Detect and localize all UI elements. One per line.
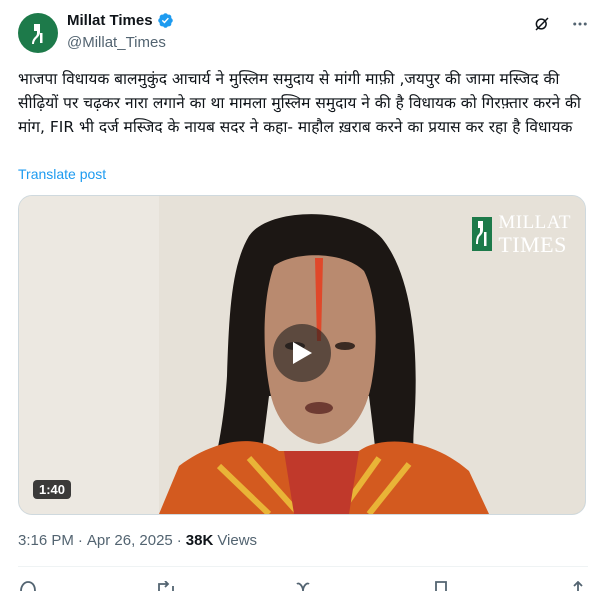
action-bar <box>18 578 588 598</box>
watermark-line-1: MILLAT <box>498 212 571 233</box>
user-handle[interactable]: @Millat_Times <box>67 34 166 51</box>
millat-times-watermark: MILLAT TIMES <box>472 212 571 256</box>
millat-times-logo <box>32 24 43 44</box>
translate-post-link[interactable]: Translate post <box>18 166 106 182</box>
divider <box>18 566 588 567</box>
verified-badge-icon <box>157 12 174 29</box>
display-name[interactable]: Millat Times <box>67 12 153 29</box>
repost-icon[interactable] <box>156 578 176 598</box>
views-label: Views <box>217 532 258 549</box>
bookmark-icon[interactable] <box>431 578 451 598</box>
grok-icon[interactable] <box>532 14 552 34</box>
meta-separator: · <box>176 532 182 549</box>
like-icon[interactable] <box>293 578 313 598</box>
post-time[interactable]: 3:16 PM <box>18 532 74 549</box>
millat-times-logo <box>472 217 493 251</box>
post-text: भाजपा विधायक बालमुकुंद आचार्य ने मुस्लिम… <box>18 70 586 136</box>
watermark-line-2: TIMES <box>498 232 567 257</box>
post-card: Millat Times @Millat_Times भाजपा विधायक … <box>0 0 606 592</box>
video-player[interactable]: MILLAT TIMES 1:40 <box>18 195 586 515</box>
more-icon[interactable] <box>570 14 590 34</box>
post-date[interactable]: Apr 26, 2025 <box>87 532 173 549</box>
post-meta: 3:16 PM · Apr 26, 2025 · 38K Views <box>18 532 257 549</box>
meta-separator: · <box>77 532 83 549</box>
views-count: 38K <box>185 532 214 549</box>
video-duration: 1:40 <box>33 480 72 499</box>
play-button[interactable] <box>273 324 331 382</box>
play-icon <box>293 342 312 364</box>
share-icon[interactable] <box>568 578 588 598</box>
reply-icon[interactable] <box>18 578 38 598</box>
avatar[interactable] <box>18 13 58 53</box>
